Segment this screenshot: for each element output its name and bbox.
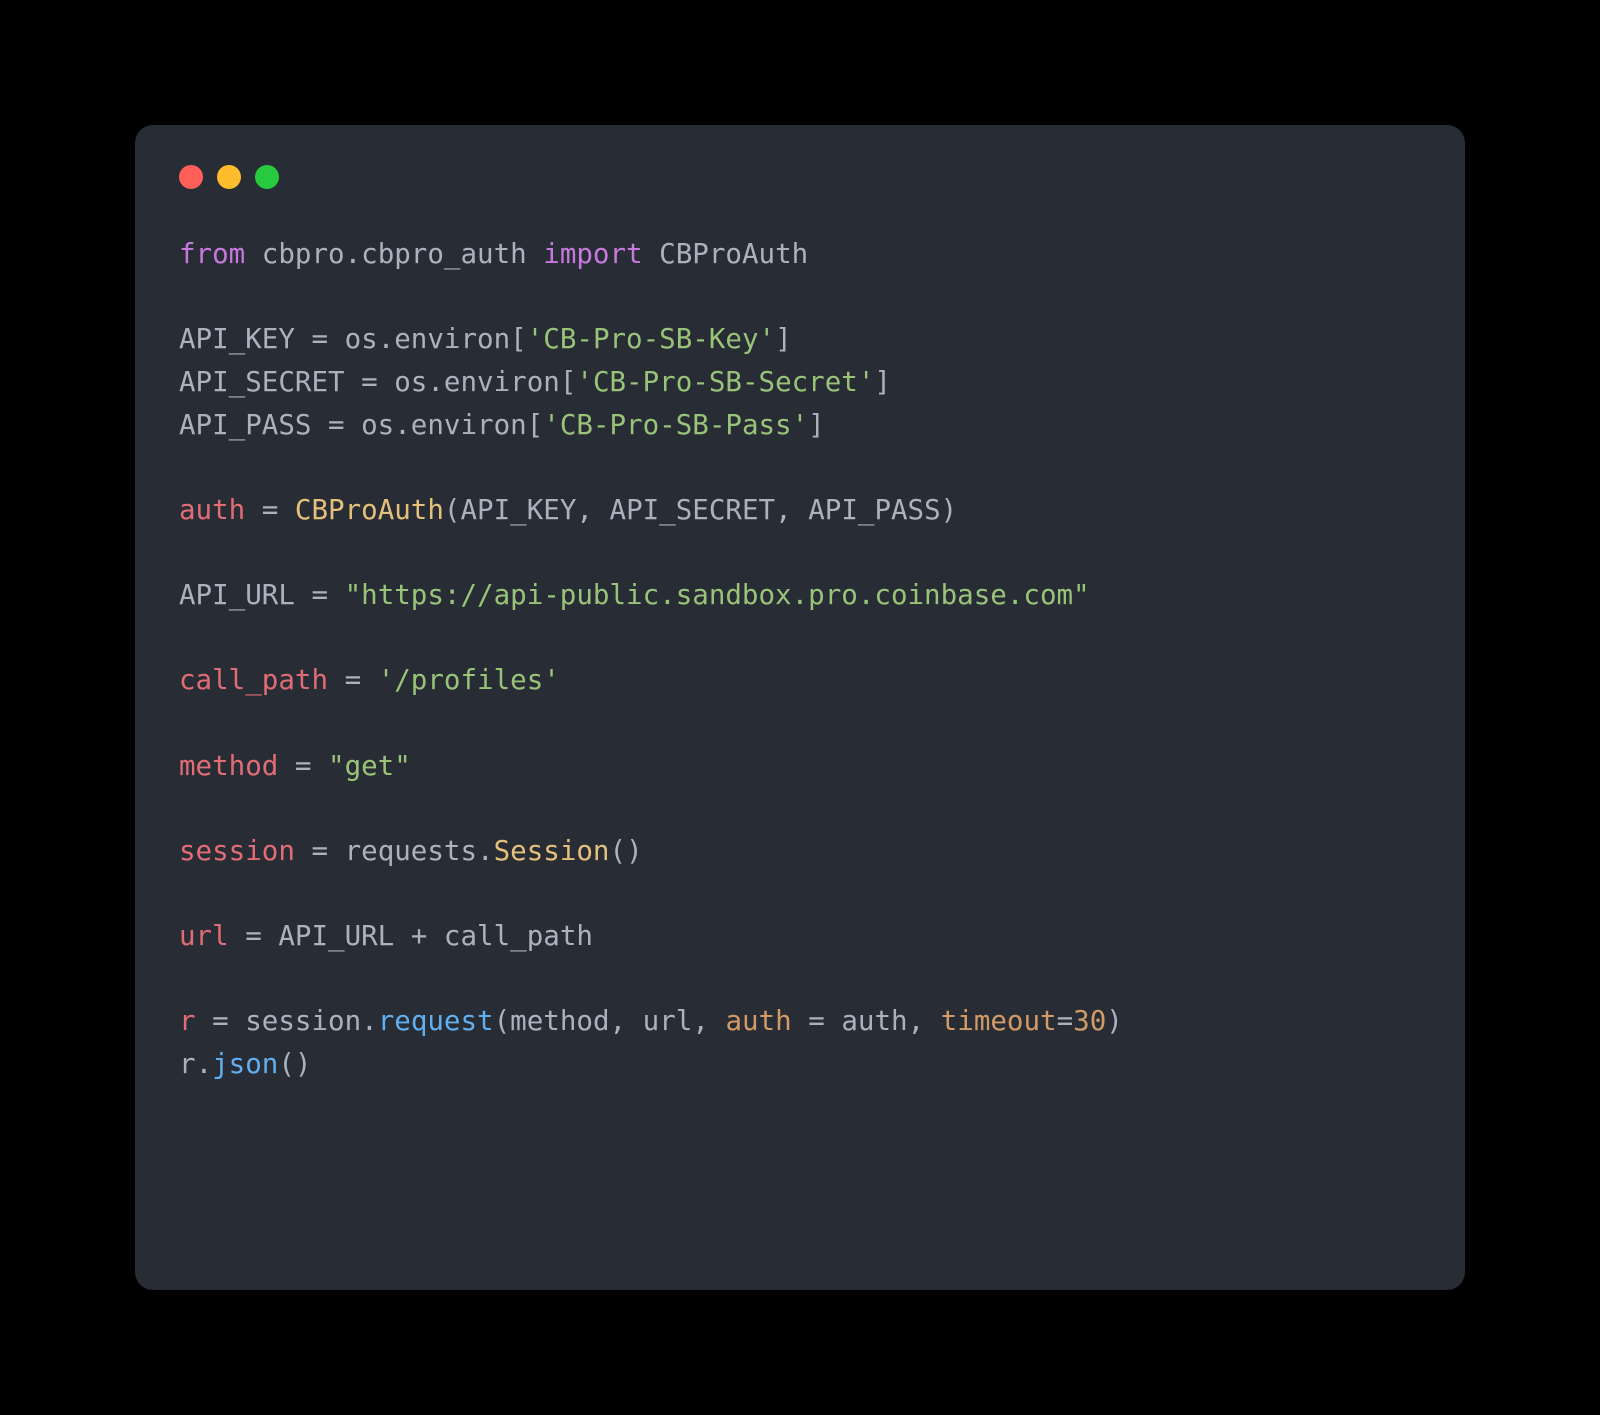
rbracket: ]	[775, 323, 792, 355]
os-environ: os.environ	[394, 366, 560, 398]
rparen: )	[626, 835, 643, 867]
dot: .	[196, 1048, 213, 1080]
str-pass: 'CB-Pro-SB-Pass'	[543, 409, 808, 441]
os-environ: os.environ	[345, 323, 511, 355]
lbracket: [	[560, 366, 577, 398]
dot: .	[361, 1005, 378, 1037]
rbracket: ]	[874, 366, 891, 398]
var-api-url: API_URL	[179, 579, 295, 611]
lparen: (	[494, 1005, 511, 1037]
mod-requests: requests	[345, 835, 477, 867]
var-session: session	[179, 835, 295, 867]
eq: =	[295, 835, 345, 867]
eq: =	[328, 664, 378, 696]
eq: =	[345, 366, 395, 398]
fn-json: json	[212, 1048, 278, 1080]
lbracket: [	[510, 323, 527, 355]
eq-tight: =	[1057, 1005, 1074, 1037]
class-session: Session	[494, 835, 610, 867]
var-api-key: API_KEY	[179, 323, 295, 355]
module-path: cbpro.cbpro_auth	[262, 238, 527, 270]
str-api-url: "https://api-public.sandbox.pro.coinbase…	[345, 579, 1090, 611]
minimize-icon[interactable]	[217, 165, 241, 189]
zoom-icon[interactable]	[255, 165, 279, 189]
num-timeout: 30	[1073, 1005, 1106, 1037]
eq: =	[311, 409, 361, 441]
comma: ,	[692, 1005, 725, 1037]
code-block: from cbpro.cbpro_auth import CBProAuth A…	[179, 233, 1421, 1086]
plus: +	[394, 920, 444, 952]
arg-method: method	[510, 1005, 609, 1037]
keyword-from: from	[179, 238, 245, 270]
kwarg-timeout: timeout	[941, 1005, 1057, 1037]
str-call-path: '/profiles'	[378, 664, 560, 696]
eq: =	[792, 1005, 842, 1037]
str-secret: 'CB-Pro-SB-Secret'	[576, 366, 874, 398]
rparen: )	[941, 494, 958, 526]
code-window: from cbpro.cbpro_auth import CBProAuth A…	[135, 125, 1465, 1290]
var-auth: auth	[179, 494, 245, 526]
arg-api-pass: API_PASS	[808, 494, 940, 526]
var-method: method	[179, 750, 278, 782]
comma: ,	[610, 1005, 643, 1037]
keyword-import: import	[543, 238, 642, 270]
eq: =	[196, 1005, 246, 1037]
var-r: r	[179, 1005, 196, 1037]
expr-r: r	[179, 1048, 196, 1080]
lparen: (	[610, 835, 627, 867]
var-api-secret: API_SECRET	[179, 366, 345, 398]
import-name: CBProAuth	[659, 238, 808, 270]
os-environ: os.environ	[361, 409, 527, 441]
lbracket: [	[527, 409, 544, 441]
arg-url: url	[643, 1005, 693, 1037]
fn-request: request	[378, 1005, 494, 1037]
lparen: (	[278, 1048, 295, 1080]
var-api-pass: API_PASS	[179, 409, 311, 441]
rparen: )	[1106, 1005, 1123, 1037]
var-url: url	[179, 920, 229, 952]
arg-api-key: API_KEY	[460, 494, 576, 526]
class-cbproauth: CBProAuth	[295, 494, 444, 526]
eq: =	[295, 323, 345, 355]
arg-api-secret: API_SECRET	[610, 494, 776, 526]
eq: =	[295, 579, 345, 611]
eq: =	[245, 494, 295, 526]
eq: =	[229, 920, 279, 952]
kwarg-auth: auth	[725, 1005, 791, 1037]
window-traffic-lights	[179, 165, 1421, 189]
comma: ,	[775, 494, 808, 526]
eq: =	[278, 750, 328, 782]
arg-auth-val: auth	[841, 1005, 907, 1037]
comma: ,	[576, 494, 609, 526]
str-key: 'CB-Pro-SB-Key'	[527, 323, 775, 355]
comma: ,	[908, 1005, 941, 1037]
rbracket: ]	[808, 409, 825, 441]
lparen: (	[444, 494, 461, 526]
rparen: )	[295, 1048, 312, 1080]
expr-session: session	[245, 1005, 361, 1037]
expr-api-url: API_URL	[278, 920, 394, 952]
str-method: "get"	[328, 750, 411, 782]
expr-call-path: call_path	[444, 920, 593, 952]
dot: .	[477, 835, 494, 867]
var-call-path: call_path	[179, 664, 328, 696]
close-icon[interactable]	[179, 165, 203, 189]
